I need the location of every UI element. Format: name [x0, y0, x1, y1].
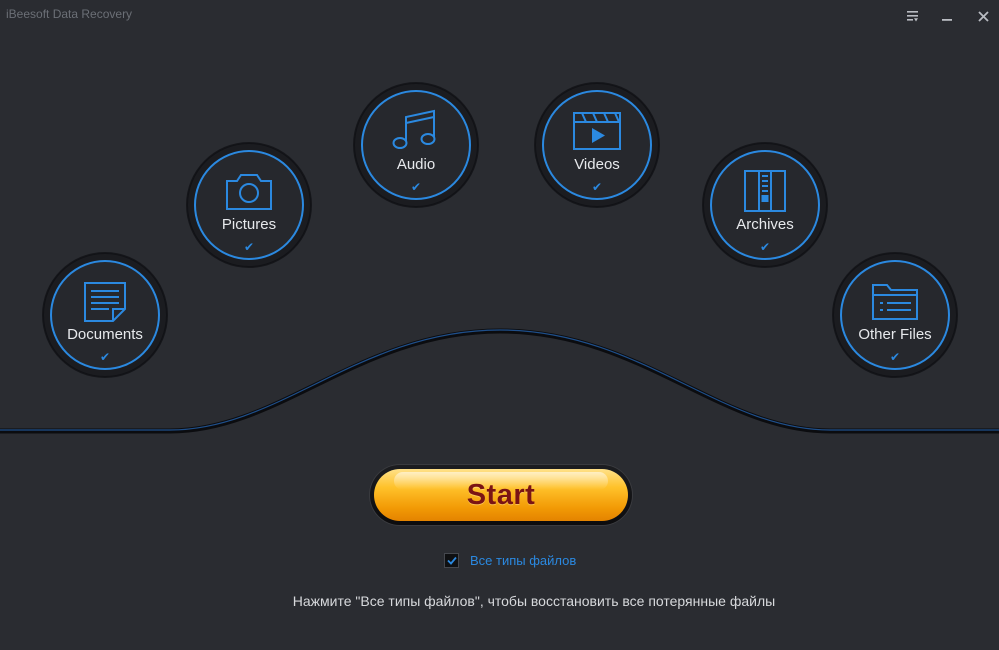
app-title: iBeesoft Data Recovery — [6, 7, 133, 21]
music-note-icon — [390, 109, 442, 153]
category-label: Videos — [574, 156, 620, 173]
category-audio[interactable]: Audio ✔ — [354, 83, 478, 207]
menu-button[interactable] — [902, 6, 924, 26]
all-file-types-checkbox[interactable] — [444, 552, 459, 568]
check-icon[interactable]: ✔ — [703, 241, 827, 253]
wave-divider — [0, 328, 999, 440]
category-videos[interactable]: Videos ✔ — [535, 83, 659, 207]
all-file-types-option[interactable]: Все типы файлов — [444, 552, 576, 568]
category-label: Archives — [736, 216, 794, 233]
camera-icon — [223, 169, 275, 213]
check-icon[interactable]: ✔ — [187, 241, 311, 253]
category-label: Audio — [396, 156, 436, 173]
zip-archive-icon — [739, 169, 791, 213]
menu-icon — [907, 10, 918, 21]
start-button-label: Start — [466, 478, 536, 511]
minimize-button[interactable] — [936, 6, 958, 26]
checkmark-icon — [446, 556, 457, 565]
clapperboard-icon — [571, 109, 623, 153]
check-icon[interactable]: ✔ — [535, 181, 659, 193]
close-button[interactable] — [972, 6, 994, 26]
start-button-face: Start — [374, 469, 628, 521]
hint-text: Нажмите "Все типы файлов", чтобы восстан… — [292, 593, 776, 609]
all-file-types-label[interactable]: Все типы файлов — [470, 553, 576, 568]
category-pictures[interactable]: Pictures ✔ — [187, 143, 311, 267]
check-icon[interactable]: ✔ — [354, 181, 478, 193]
title-bar: iBeesoft Data Recovery — [0, 0, 999, 32]
close-icon — [977, 10, 989, 22]
category-archives[interactable]: Archives ✔ — [703, 143, 827, 267]
minimize-icon — [941, 18, 952, 21]
category-label: Pictures — [221, 216, 277, 233]
start-button[interactable]: Start — [370, 465, 632, 525]
